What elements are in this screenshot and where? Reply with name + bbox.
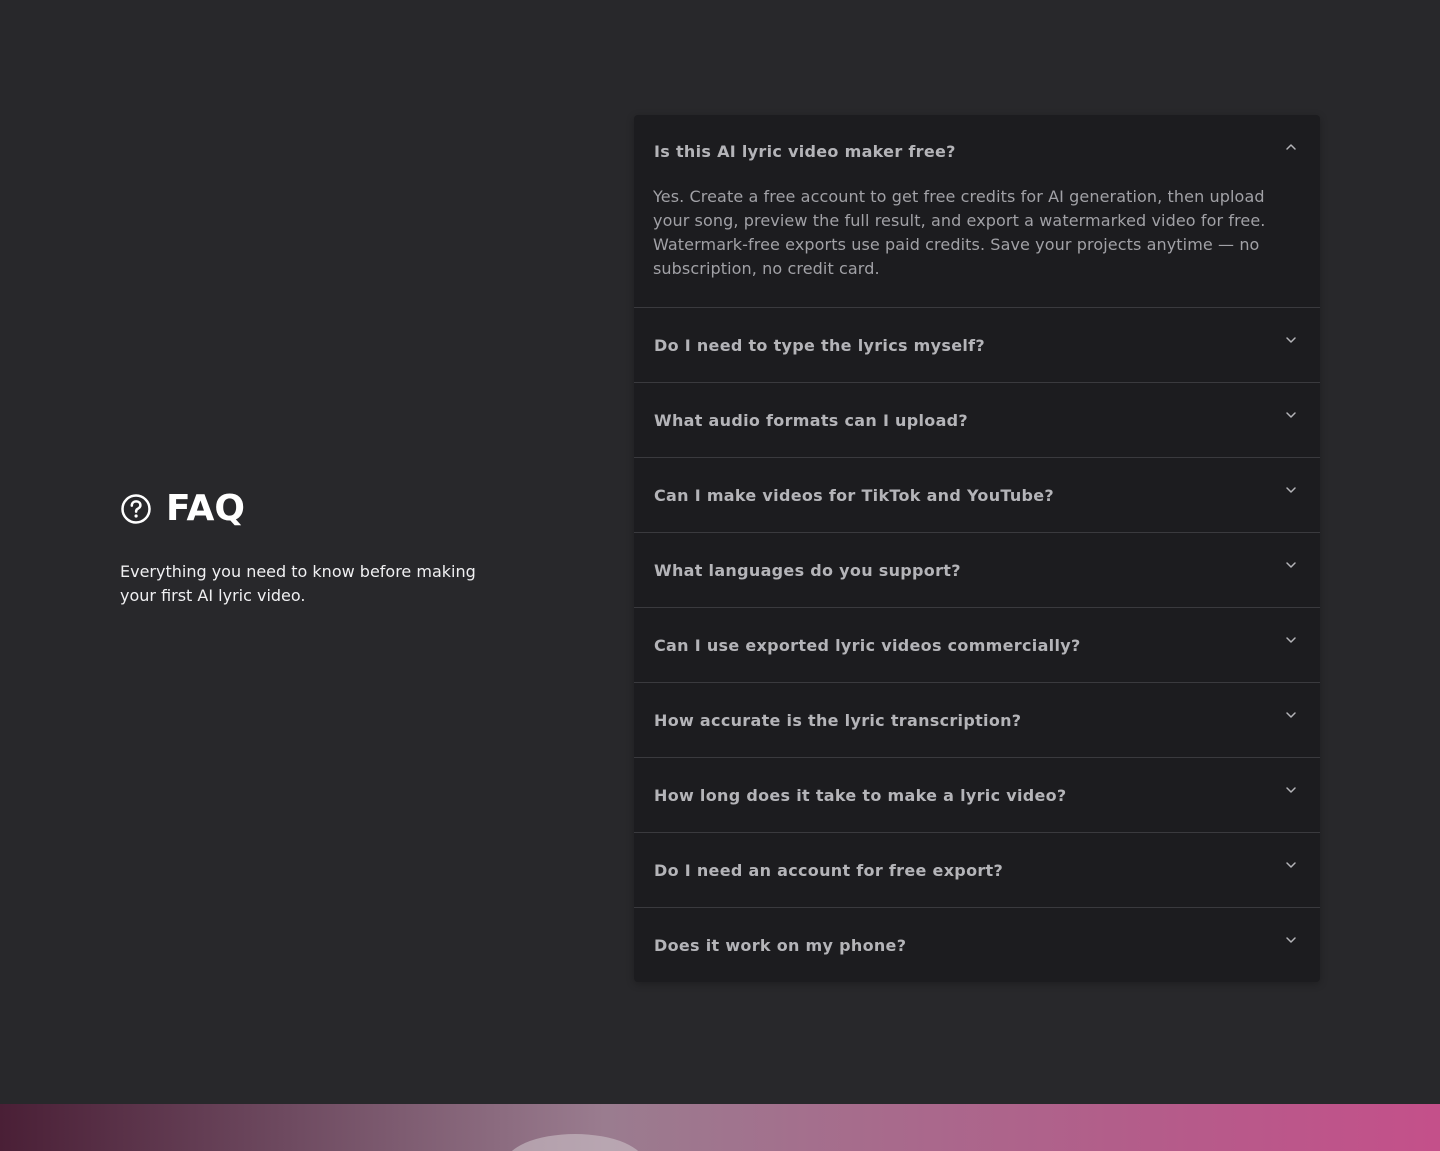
chevron-down-icon (1284, 482, 1298, 496)
faq-question: Do I need to type the lyrics myself? (654, 335, 985, 355)
faq-item: Does it work on my phone? (634, 908, 1320, 982)
faq-question: Is this AI lyric video maker free? (654, 141, 956, 161)
chevron-down-icon (1284, 557, 1298, 571)
chevron-down-icon (1284, 632, 1298, 646)
faq-question-toggle[interactable]: Do I need to type the lyrics myself? (634, 308, 1320, 382)
faq-question-toggle[interactable]: Is this AI lyric video maker free? (634, 115, 1320, 187)
faq-question-toggle[interactable]: Can I make videos for TikTok and YouTube… (634, 458, 1320, 532)
faq-question: Do I need an account for free export? (654, 860, 1004, 880)
question-circle-icon (120, 493, 152, 525)
faq-question: Can I use exported lyric videos commerci… (654, 635, 1081, 655)
faq-subtitle: Everything you need to know before makin… (120, 562, 476, 605)
faq-question: What languages do you support? (654, 560, 961, 580)
chevron-down-icon (1284, 857, 1298, 871)
faq-title: FAQ (166, 488, 245, 529)
faq-question-toggle[interactable]: How long does it take to make a lyric vi… (634, 758, 1320, 832)
chevron-down-icon (1284, 707, 1298, 721)
faq-item: How long does it take to make a lyric vi… (634, 758, 1320, 833)
faq-heading: FAQ (120, 488, 520, 530)
chevron-up-icon (1284, 139, 1298, 153)
faq-item: What languages do you support? (634, 533, 1320, 608)
faq-item: Do I need to type the lyrics myself? (634, 308, 1320, 383)
faq-question-toggle[interactable]: What languages do you support? (634, 533, 1320, 607)
faq-question: What audio formats can I upload? (654, 410, 969, 430)
faq-question-toggle[interactable]: Does it work on my phone? (634, 908, 1320, 982)
faq-question: Does it work on my phone? (654, 935, 907, 955)
faq-item: What audio formats can I upload? (634, 383, 1320, 458)
faq-question: How long does it take to make a lyric vi… (654, 785, 1067, 805)
faq-intro: FAQ Everything you need to know before m… (120, 488, 520, 624)
faq-accordion: Is this AI lyric video maker free? Yes. C… (634, 115, 1320, 982)
faq-item: Can I make videos for TikTok and YouTube… (634, 458, 1320, 533)
chevron-down-icon (1284, 932, 1298, 946)
banner-decorative-shape (505, 1134, 645, 1151)
faq-page: FAQ Everything you need to know before m… (0, 0, 1440, 1151)
faq-question-toggle[interactable]: How accurate is the lyric transcription? (634, 683, 1320, 757)
faq-question-toggle[interactable]: Do I need an account for free export? (634, 833, 1320, 907)
faq-answer: Yes. Create a free account to get free c… (653, 187, 1266, 278)
faq-question: Can I make videos for TikTok and YouTube… (654, 485, 1055, 505)
chevron-down-icon (1284, 407, 1298, 421)
footer-banner-gradient (0, 1104, 1440, 1151)
faq-item: How accurate is the lyric transcription? (634, 683, 1320, 758)
chevron-down-icon (1284, 782, 1298, 796)
faq-question: How accurate is the lyric transcription? (654, 710, 1022, 730)
faq-question-toggle[interactable]: Can I use exported lyric videos commerci… (634, 608, 1320, 682)
faq-item: Can I use exported lyric videos commerci… (634, 608, 1320, 683)
chevron-down-icon (1284, 332, 1298, 346)
faq-question-toggle[interactable]: What audio formats can I upload? (634, 383, 1320, 457)
faq-item: Do I need an account for free export? (634, 833, 1320, 908)
faq-item: Is this AI lyric video maker free? Yes. C… (634, 115, 1320, 308)
